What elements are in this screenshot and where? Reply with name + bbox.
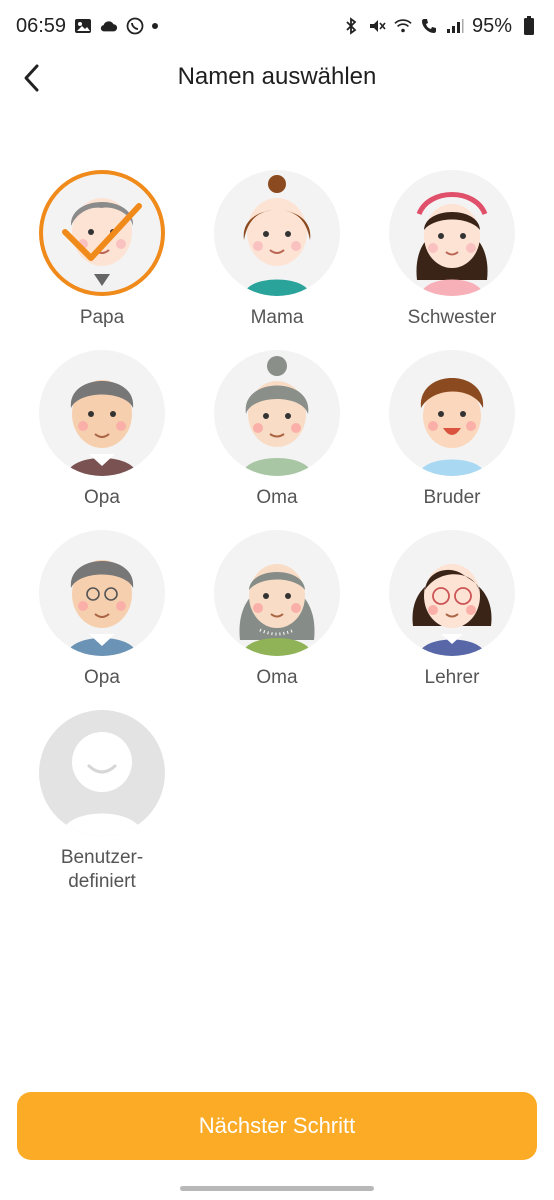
avatar-custom (39, 710, 165, 836)
status-bar: 06:59 95% (0, 0, 554, 52)
avatar-opa-1 (39, 350, 165, 476)
avatar-oma-2 (214, 530, 340, 656)
bluetooth-icon (342, 17, 360, 35)
avatar-papa (39, 170, 165, 296)
custom-label-line-2: definiert (68, 871, 136, 892)
avatar-label-bruder: Bruder (423, 487, 481, 508)
dot-icon (152, 23, 159, 29)
avatar-option-opa-1[interactable]: Opa (17, 350, 187, 520)
cloud-icon (100, 17, 118, 35)
chevron-left-icon (24, 64, 39, 92)
avatar-option-lehrer[interactable]: Lehrer (367, 530, 537, 700)
whatsapp-icon (126, 17, 144, 35)
avatar-option-oma-1[interactable]: Oma (192, 350, 362, 520)
home-indicator[interactable] (180, 1186, 374, 1191)
battery-icon (520, 16, 538, 35)
wifi-icon (394, 17, 412, 35)
status-time: 06:59 (16, 14, 67, 37)
avatar-option-oma-2[interactable]: Oma (192, 530, 362, 700)
avatar-label-papa: Papa (79, 307, 125, 328)
avatar-label-oma-2: Oma (256, 667, 298, 688)
avatar-mama (214, 170, 340, 296)
next-step-button[interactable]: Nächster Schritt (17, 1092, 537, 1160)
avatar-oma-1 (214, 350, 340, 476)
avatar-label-mama: Mama (250, 307, 304, 328)
avatar-label-oma-1: Oma (256, 487, 298, 508)
signal-icon (446, 17, 464, 35)
avatar-option-custom[interactable]: Benutzer- definiert (17, 710, 187, 900)
custom-label-line-1: Benutzer- (60, 847, 144, 868)
avatar-option-schwester[interactable]: Schwester (367, 170, 537, 340)
avatar-bruder (389, 350, 515, 476)
avatar-label-opa-1: Opa (84, 487, 120, 508)
back-button[interactable] (14, 60, 50, 96)
avatar-option-bruder[interactable]: Bruder (367, 350, 537, 520)
user-placeholder-icon (61, 732, 143, 836)
avatar-label-lehrer: Lehrer (424, 667, 480, 688)
page-title: Namen auswählen (177, 63, 377, 90)
avatar-label-custom: Benutzer- definiert (61, 846, 143, 894)
avatar-opa-2 (39, 530, 165, 656)
battery-percent: 95% (471, 14, 512, 37)
avatar-lehrer (389, 530, 515, 656)
avatar-option-papa[interactable]: Papa (17, 170, 187, 340)
avatar-option-mama[interactable]: Mama (192, 170, 362, 340)
gallery-icon (74, 17, 92, 35)
avatar-label-schwester: Schwester (407, 307, 497, 328)
avatar-schwester (389, 170, 515, 296)
call-icon (420, 17, 438, 35)
avatar-option-opa-2[interactable]: Opa (17, 530, 187, 700)
avatar-label-opa-2: Opa (84, 667, 120, 688)
app-header: Namen auswählen (0, 52, 554, 102)
mute-icon (368, 17, 386, 35)
